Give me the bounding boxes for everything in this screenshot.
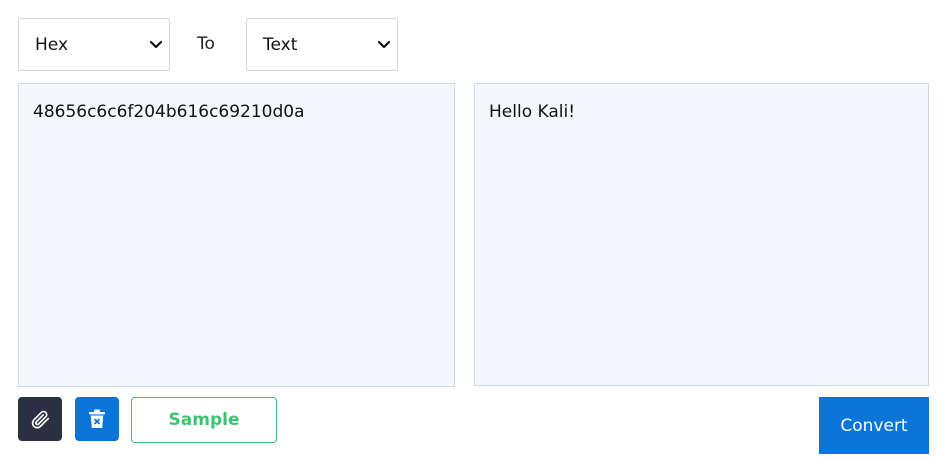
sample-button[interactable]: Sample [131, 397, 277, 443]
to-format-select[interactable]: Text [246, 18, 398, 71]
to-format-value: Text [263, 34, 298, 55]
trash-icon [88, 409, 106, 429]
input-textarea[interactable]: 48656c6c6f204b616c69210d0a [18, 83, 455, 387]
chevron-down-icon [377, 38, 391, 52]
convert-button[interactable]: Convert [819, 397, 929, 454]
to-label: To [197, 34, 215, 54]
attach-file-button[interactable] [18, 397, 62, 441]
from-format-value: Hex [35, 34, 69, 55]
converter-app: Hex To Text 48656c6c6f204b616c69210d0a H… [0, 0, 945, 462]
output-textarea[interactable]: Hello Kali! [474, 83, 929, 386]
paperclip-icon [29, 408, 51, 430]
clear-button[interactable] [75, 397, 119, 441]
from-format-select[interactable]: Hex [18, 18, 170, 71]
chevron-down-icon [149, 38, 163, 52]
